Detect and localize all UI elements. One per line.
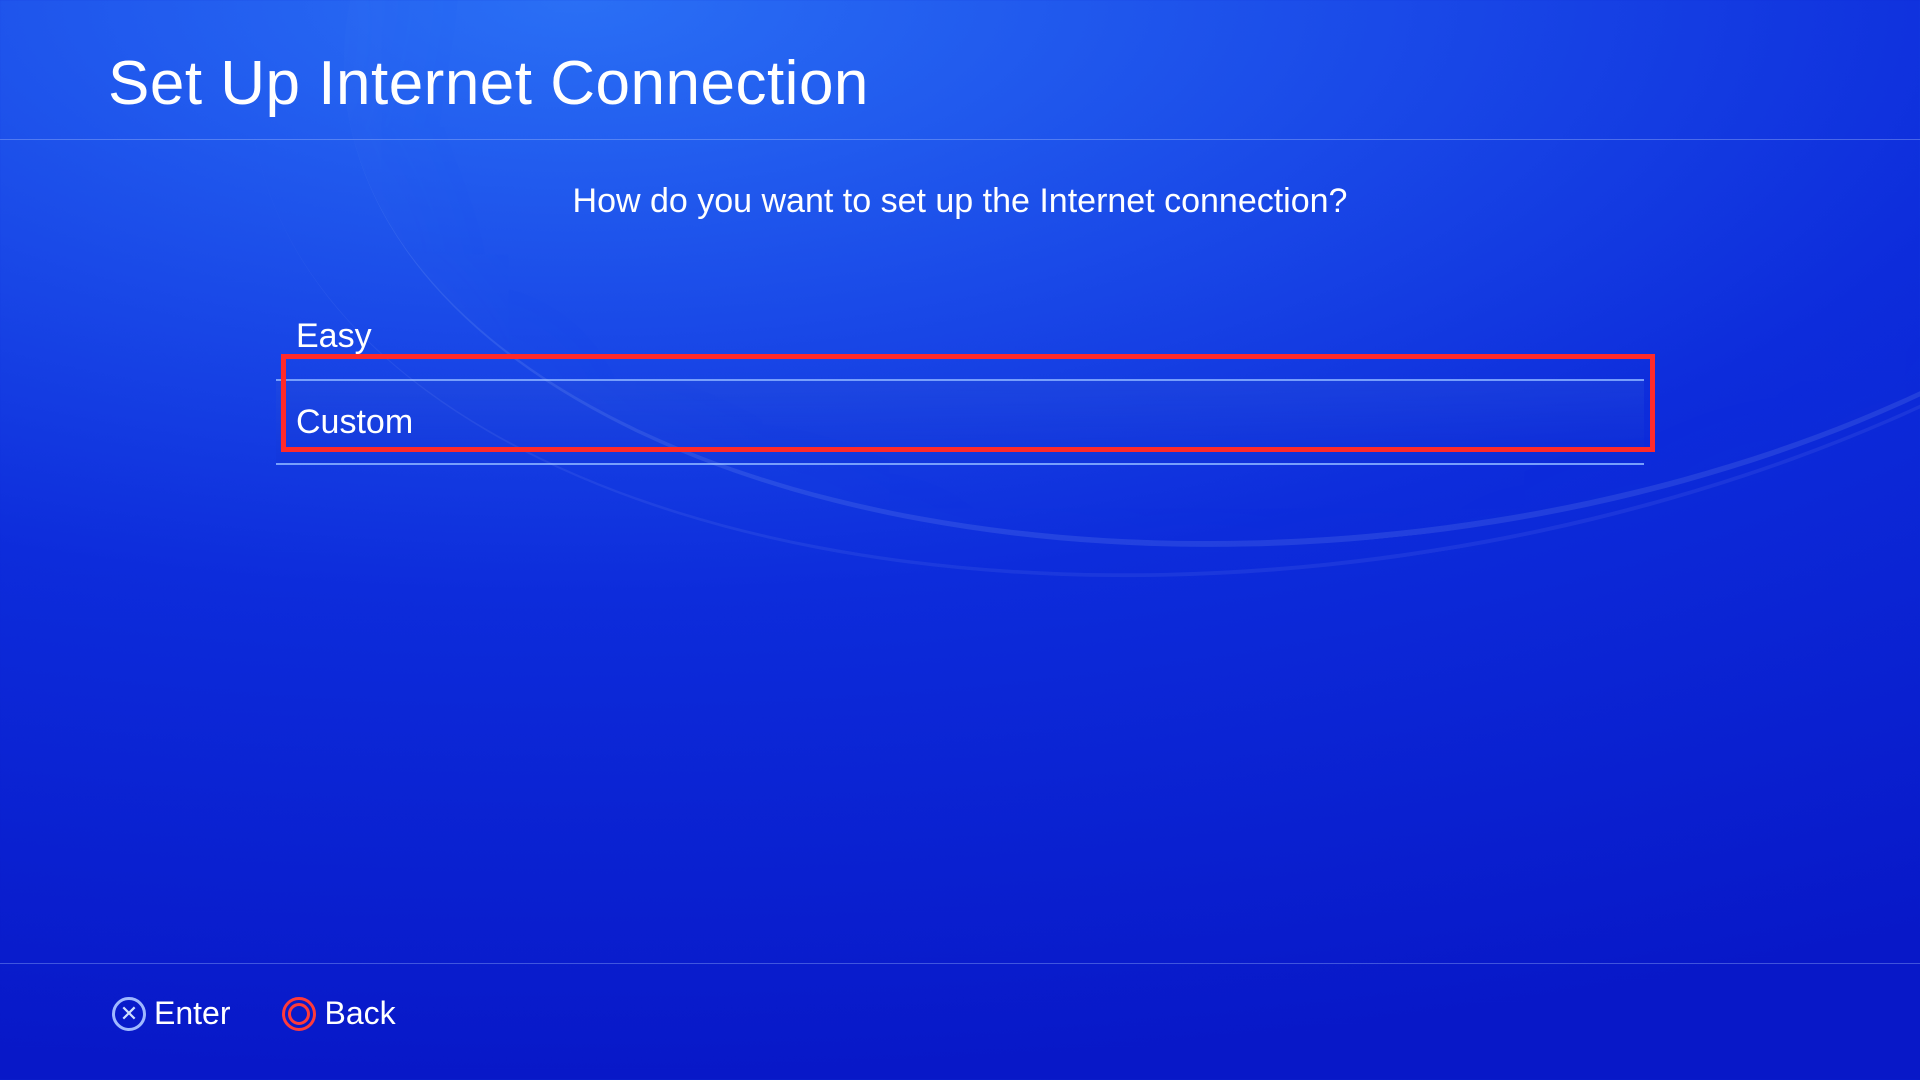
setup-prompt: How do you want to set up the Internet c… <box>0 182 1920 221</box>
option-label: Easy <box>296 317 372 356</box>
footer-divider <box>0 963 1920 964</box>
hint-back: Back <box>282 995 395 1032</box>
option-label: Custom <box>296 403 413 442</box>
cross-button-icon: ✕ <box>112 997 146 1031</box>
footer-hints: ✕ Enter Back <box>112 995 396 1032</box>
hint-back-label: Back <box>324 995 395 1032</box>
hint-enter-label: Enter <box>154 995 230 1032</box>
hint-enter: ✕ Enter <box>112 995 230 1032</box>
option-easy[interactable]: Easy <box>276 293 1644 379</box>
page-title: Set Up Internet Connection <box>108 48 1920 119</box>
option-custom[interactable]: Custom <box>276 379 1644 465</box>
options-list: Easy Custom <box>276 293 1644 465</box>
circle-button-icon <box>282 997 316 1031</box>
header: Set Up Internet Connection <box>0 0 1920 140</box>
